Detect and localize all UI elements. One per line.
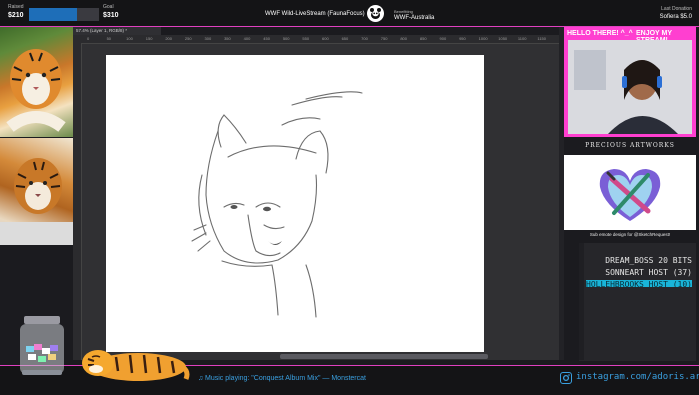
tab-document[interactable]: 57.4% (Layer 1, RGB/8) * xyxy=(73,27,161,35)
beneficiary-label: Benefitting xyxy=(394,9,413,14)
raised-value: $210 xyxy=(8,12,24,19)
last-donation-label: Last Donation xyxy=(661,6,692,12)
ruler-tick-label: 950 xyxy=(459,36,466,41)
now-playing-text: Music playing: "Conquest Album Mix" — Mo… xyxy=(205,375,366,382)
vertical-ruler xyxy=(73,43,82,360)
stream-title: WWF Wild-LiveStream (FaunaFocus) xyxy=(265,11,365,17)
raised-label: Raised xyxy=(8,4,24,10)
beneficiary-value: WWF-Australia xyxy=(394,15,435,21)
ruler-tick-label: 50 xyxy=(106,36,112,41)
ruler-tick-label: 550 xyxy=(302,36,310,41)
ruler-tick-label: 500 xyxy=(282,36,290,41)
instagram-icon xyxy=(560,372,572,384)
goal-value: $310 xyxy=(103,12,119,19)
artwork-card xyxy=(564,155,696,230)
music-note-icon: ♫ xyxy=(198,375,204,382)
wwf-panda-icon xyxy=(367,5,384,22)
lioness-sketch xyxy=(191,91,363,318)
tiger-photo-2 xyxy=(0,138,73,245)
artworks-title: PRECIOUS ARTWORKS xyxy=(585,142,675,149)
donation-progress-bar xyxy=(29,8,99,21)
ruler-tick-label: 1050 xyxy=(498,36,508,41)
ruler-tick-label: 350 xyxy=(224,36,231,41)
ruler-tick-label: 450 xyxy=(263,36,270,41)
ruler-tick-label: 1000 xyxy=(478,36,488,41)
ruler-tick-label: 200 xyxy=(165,36,173,41)
sleeping-tiger-sticker xyxy=(78,335,190,385)
ruler-tick-label: 400 xyxy=(243,36,251,41)
webcam-video xyxy=(568,40,692,134)
goal-label: Goal xyxy=(103,4,114,10)
ruler-tick-label: 1150 xyxy=(537,36,547,41)
ruler-tick-label: 850 xyxy=(419,36,427,41)
events-side-strip xyxy=(579,243,584,360)
ruler-tick-label: 250 xyxy=(184,36,192,41)
event-item: SONNEART HOST (37) xyxy=(605,268,692,277)
ruler-tick-label: 650 xyxy=(341,36,349,41)
ruler-tick-label: 1100 xyxy=(517,36,527,41)
drawing-canvas[interactable] xyxy=(106,55,484,352)
ruler-tick-label: 600 xyxy=(322,36,329,41)
ruler-tick-label: 300 xyxy=(204,36,212,41)
ruler-tick-label: 0 xyxy=(87,36,90,41)
horizontal-ruler: 0 50 100 150 200 250 300 350 400 450 500 550 600 650 7… xyxy=(73,35,559,44)
tip-jar xyxy=(16,316,68,378)
ruler-tick-label: 900 xyxy=(439,36,447,41)
webcam-greeting: HELLO THERE! ^_^ xyxy=(567,30,633,37)
ruler-tick-label: 700 xyxy=(361,36,368,41)
donation-progress-fill xyxy=(29,8,77,21)
instagram-handle: instagram.com/adoris.arts xyxy=(576,372,699,382)
ruler-tick-label: 150 xyxy=(145,36,153,41)
tiger-photo xyxy=(0,27,73,137)
ruler-tick-label: 100 xyxy=(126,36,133,41)
ruler-tick-label: 800 xyxy=(400,36,408,41)
artwork-caption: Sub emote design for @SketchRequest! xyxy=(589,232,671,237)
event-item-highlighted: HOLLEHBROOKS HOST (10) xyxy=(586,280,692,287)
event-item: DREAM_BOSS 20 BITS xyxy=(605,256,692,265)
ruler-tick-label: 750 xyxy=(380,36,388,41)
horizontal-scrollbar[interactable] xyxy=(280,354,488,359)
last-donation-value: Sofiera $5.0 xyxy=(659,14,692,20)
